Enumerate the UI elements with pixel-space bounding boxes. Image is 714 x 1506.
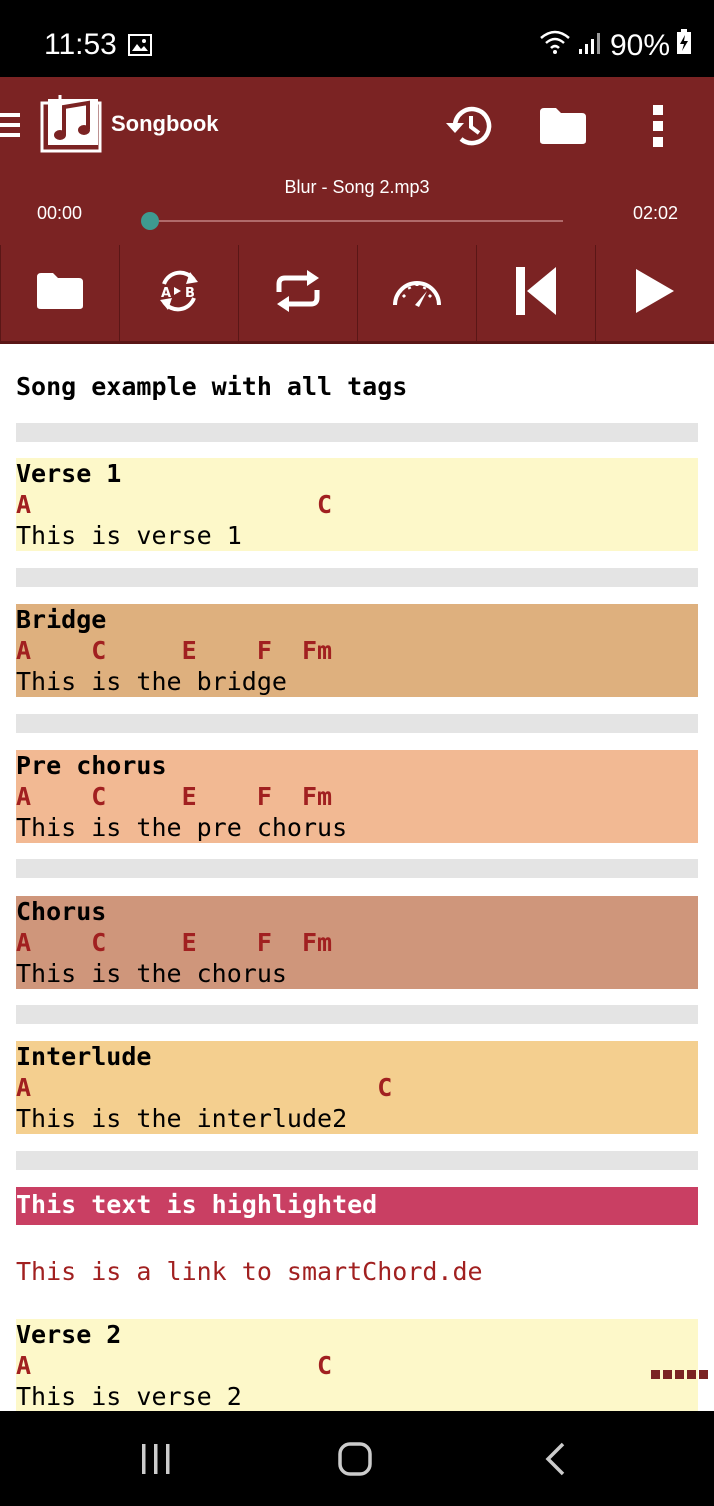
ab-repeat-button[interactable]: AB: [119, 245, 238, 341]
section-interlude: Interlude A C This is the interlude2: [16, 1041, 698, 1134]
section-name: Chorus: [16, 897, 107, 926]
section-name: Verse 1: [16, 459, 122, 488]
smartchord-link[interactable]: This is a link to smartChord.de: [16, 1256, 483, 1287]
total-time: 02:02: [632, 203, 678, 223]
seek-bar[interactable]: [150, 220, 563, 222]
songbook-logo-icon: [40, 93, 102, 155]
history-icon[interactable]: [443, 101, 493, 151]
seek-thumb[interactable]: [141, 212, 159, 230]
chord-line[interactable]: A C E F Fm: [16, 781, 332, 812]
section-pre-chorus: Pre chorus A C E F Fm This is the pre ch…: [16, 750, 698, 843]
audio-player: Blur - Song 2.mp3 00:00 02:02: [0, 173, 714, 245]
section-separator: [16, 1005, 698, 1024]
gallery-notification-icon: [128, 34, 152, 61]
repeat-icon: [273, 268, 323, 319]
chord-line[interactable]: A C E F Fm: [16, 927, 332, 958]
speed-button[interactable]: [357, 245, 476, 341]
lyric-line: This is verse 2: [16, 1382, 242, 1411]
folder-icon[interactable]: [538, 101, 588, 151]
home-icon[interactable]: [335, 1441, 375, 1477]
lyric-line: This is the chorus: [16, 959, 287, 988]
skip-previous-button[interactable]: [476, 245, 595, 341]
recent-apps-icon[interactable]: [136, 1441, 176, 1477]
lyric-line: This is the pre chorus: [16, 813, 348, 842]
more-vert-icon[interactable]: [633, 101, 683, 151]
system-nav-bar: [0, 1411, 714, 1506]
app-bar: Songbook: [0, 77, 714, 173]
section-separator: [16, 1151, 698, 1170]
wifi-icon: [538, 28, 572, 64]
section-separator: [16, 423, 698, 442]
folder-icon: [36, 272, 84, 315]
lyric-line: This is the bridge: [16, 667, 287, 696]
skip-previous-icon: [514, 265, 558, 322]
menu-icon[interactable]: [0, 107, 22, 143]
back-icon[interactable]: [535, 1441, 575, 1477]
speed-icon: [391, 271, 443, 316]
track-name: Blur - Song 2.mp3: [284, 177, 430, 197]
repeat-button[interactable]: [238, 245, 357, 341]
song-title: Song example with all tags: [16, 372, 408, 401]
section-separator: [16, 568, 698, 587]
autoscroll-handle[interactable]: [651, 1370, 708, 1379]
play-icon: [634, 267, 676, 320]
status-indicators: 90%: [538, 28, 692, 64]
chord-line[interactable]: A C E F Fm: [16, 635, 332, 666]
current-time: 00:00: [37, 203, 83, 223]
svg-text:B: B: [185, 286, 195, 301]
section-verse-1: Verse 1 A C This is verse 1: [16, 458, 698, 551]
app-title: Songbook: [111, 111, 219, 136]
chord-line[interactable]: A C: [16, 1350, 332, 1381]
section-verse-2: Verse 2 A C This is verse 2: [16, 1319, 698, 1412]
section-separator: [16, 714, 698, 733]
battery-charging-icon: [676, 29, 692, 63]
open-audio-button[interactable]: [0, 245, 119, 341]
section-separator: [16, 859, 698, 878]
chord-line[interactable]: A C: [16, 1072, 392, 1103]
lyric-line: This is verse 1: [16, 521, 242, 550]
section-chorus: Chorus A C E F Fm This is the chorus: [16, 896, 698, 989]
section-name: Pre chorus: [16, 751, 167, 780]
svg-text:A: A: [161, 286, 171, 301]
chord-line[interactable]: A C: [16, 489, 332, 520]
section-name: Bridge: [16, 605, 107, 634]
section-bridge: Bridge A C E F Fm This is the bridge: [16, 604, 698, 697]
signal-icon: [578, 29, 604, 63]
play-button[interactable]: [595, 245, 714, 341]
section-name: Verse 2: [16, 1320, 122, 1349]
ab-repeat-icon: AB: [154, 266, 204, 321]
status-bar: 11:53 90%: [0, 0, 714, 77]
battery-percent: 90%: [609, 29, 670, 62]
status-time: 11:53: [44, 28, 117, 61]
player-controls: AB: [0, 245, 714, 344]
section-name: Interlude: [16, 1042, 152, 1071]
highlighted-text: This text is highlighted: [16, 1187, 698, 1225]
lyric-line: This is the interlude2: [16, 1104, 348, 1133]
